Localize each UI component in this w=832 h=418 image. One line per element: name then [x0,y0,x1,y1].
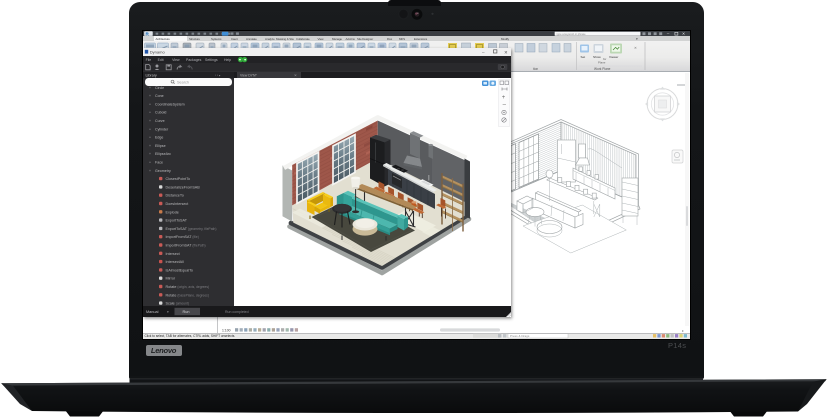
svg-text:–: – [482,50,485,55]
svg-text:+: + [502,95,506,101]
svg-text:ImportFromSAT (filePath): ImportFromSAT (filePath) [166,243,206,247]
svg-text:Run: Run [183,310,190,314]
svg-text:Set: Set [581,55,586,59]
svg-text:Circle: Circle [155,85,164,89]
svg-text:+: + [149,119,151,123]
svg-text:+: + [149,102,151,106]
svg-text:Edge: Edge [155,135,163,139]
svg-text:✕: ✕ [634,46,637,50]
svg-text:Help: Help [224,58,231,62]
svg-text:Packages: Packages [186,58,202,62]
svg-text:1:100: 1:100 [222,328,231,332]
svg-text:+: + [149,135,151,139]
svg-text:Press & Drags: Press & Drags [510,334,530,338]
svg-text:Rotate (origin, axis, degrees): Rotate (origin, axis, degrees) [166,285,210,289]
svg-text:Show: Show [593,55,602,59]
svg-text:Rotate (basePlane, degrees): Rotate (basePlane, degrees) [166,293,209,297]
svg-text:ClosestPointTo: ClosestPointTo [166,177,191,181]
svg-text:tion: tion [533,67,538,71]
svg-text:CoordinateSystem: CoordinateSystem [155,102,185,106]
svg-text:Viewer: Viewer [609,55,618,59]
svg-text:View DYN*: View DYN* [240,73,257,77]
svg-text:Work Plane: Work Plane [594,67,611,71]
svg-text:+: + [149,94,151,98]
svg-text:Cuboid: Cuboid [155,110,166,114]
svg-text:Curve: Curve [155,119,165,123]
svg-text:Manual: Manual [146,310,159,314]
svg-text:+: + [149,85,151,89]
svg-text:‹ › ▾: ‹ › ▾ [215,73,221,77]
svg-text:File: File [146,58,152,62]
svg-text:✕: ✕ [504,50,508,55]
svg-text:+: + [149,168,151,172]
svg-text:Ellipse: Ellipse [155,143,166,147]
svg-text:▾: ▾ [167,310,169,314]
svg-text:IntersectAll: IntersectAll [166,260,184,264]
svg-text:+: + [149,127,151,131]
svg-text:Edit: Edit [158,58,164,62]
svg-text:✕: ✕ [294,73,297,77]
svg-text:Dynamo: Dynamo [150,50,166,55]
svg-text:ImportFromSAT (file): ImportFromSAT (file) [166,235,199,239]
svg-text:Plane: Plane [598,61,606,65]
svg-text:IsAlmostEqualTo: IsAlmostEqualTo [166,268,193,272]
svg-text:DoesIntersect: DoesIntersect [166,202,189,206]
svg-text:Scale (amount): Scale (amount) [166,301,189,305]
svg-text:DeserializeFromSAB: DeserializeFromSAB [166,185,201,189]
svg-text:View: View [172,58,180,62]
svg-text:Explode: Explode [166,210,179,214]
svg-text:Cylinder: Cylinder [155,127,169,131]
svg-text:Geometry: Geometry [155,168,171,172]
svg-text:+: + [149,110,151,114]
svg-text:Intersect: Intersect [166,251,180,255]
svg-text:EllipseArc: EllipseArc [155,152,171,156]
svg-text:DistanceTo: DistanceTo [166,193,184,197]
svg-text:+: + [149,143,151,147]
svg-text:ExportToSAT: ExportToSAT [166,218,188,222]
svg-text:Face: Face [155,160,163,164]
svg-text:Cone: Cone [155,94,164,98]
svg-text:Library: Library [146,73,157,77]
svg-text:+: + [149,160,151,164]
svg-text:Click to select, TAB for alter: Click to select, TAB for alternates, CTR… [145,334,236,338]
svg-text:Settings: Settings [205,58,218,62]
svg-text:Run completed: Run completed [225,310,249,314]
svg-text:Mirror: Mirror [166,276,176,280]
svg-text:ExportToSAT (geometry, filePat: ExportToSAT (geometry, filePath) [166,226,217,230]
svg-text:+: + [149,152,151,156]
